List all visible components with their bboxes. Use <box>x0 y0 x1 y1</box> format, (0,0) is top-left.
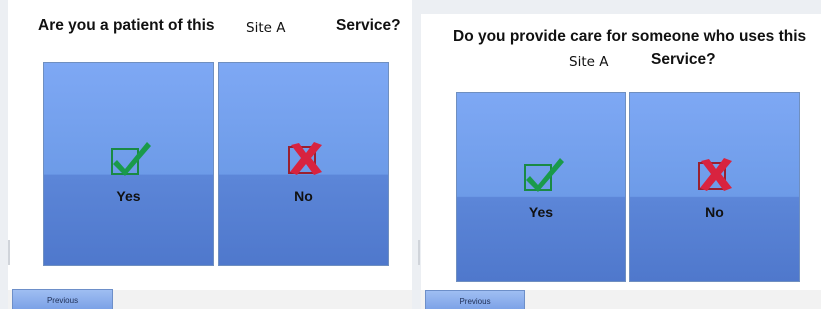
yes-button[interactable]: Yes <box>43 62 214 266</box>
yes-button[interactable]: Yes <box>456 92 626 282</box>
site-label: Site A <box>569 54 609 70</box>
green-checkmark-icon <box>111 142 151 176</box>
middle-edge-scroll <box>418 240 420 265</box>
right-screen: Do you provide care for someone who uses… <box>421 14 821 309</box>
red-x-icon <box>698 158 732 191</box>
question-text-part2: Service? <box>336 17 401 34</box>
no-button[interactable]: No <box>629 92 800 282</box>
previous-button[interactable]: Previous <box>425 290 525 309</box>
site-label: Site A <box>246 20 286 36</box>
yes-label: Yes <box>528 204 554 220</box>
question-text-part1: Are you a patient of this <box>38 17 215 34</box>
green-checkmark-icon <box>524 158 564 192</box>
question-text-line1: Do you provide care for someone who uses… <box>453 28 807 45</box>
no-label: No <box>705 204 724 220</box>
left-edge-scroll <box>8 240 10 265</box>
previous-button[interactable]: Previous <box>12 289 113 309</box>
yes-label: Yes <box>116 188 141 204</box>
no-button[interactable]: No <box>218 62 389 266</box>
left-screen: Are you a patient of this Site A Service… <box>8 0 412 309</box>
question-text-part2: Service? <box>651 51 716 68</box>
no-label: No <box>294 188 313 204</box>
red-x-icon <box>288 142 322 175</box>
